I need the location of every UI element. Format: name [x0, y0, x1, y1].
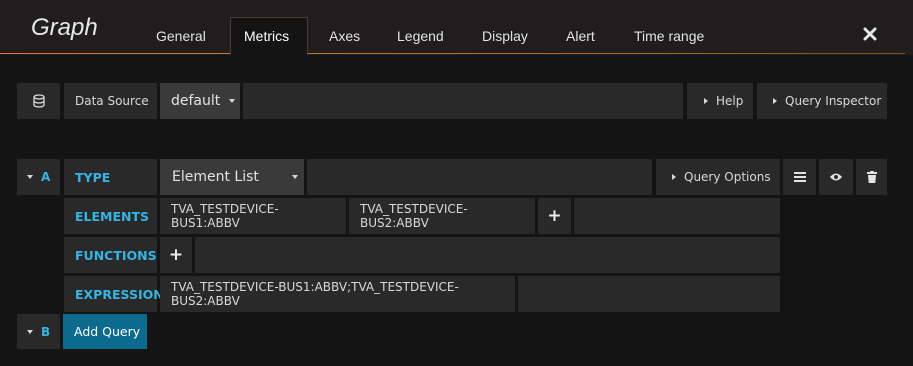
help-button[interactable]: Help: [687, 83, 753, 119]
type-value: Element List: [172, 169, 259, 185]
caret-right-icon: [704, 98, 708, 104]
add-element-button[interactable]: +: [538, 198, 571, 234]
query-a-toggle[interactable]: A: [17, 159, 60, 195]
tab-metrics[interactable]: Metrics: [244, 28, 289, 44]
expression-filler: [518, 276, 780, 312]
chevron-down-icon: [27, 175, 33, 179]
tab-legend[interactable]: Legend: [397, 28, 444, 44]
type-label: TYPE: [64, 159, 157, 195]
database-icon: [17, 83, 60, 119]
expression-field[interactable]: TVA_TESTDEVICE-BUS1:ABBV;TVA_TESTDEVICE-…: [160, 276, 515, 312]
element-chip-2[interactable]: TVA_TESTDEVICE-BUS2:ABBV: [349, 198, 535, 234]
tab-display[interactable]: Display: [482, 28, 528, 44]
trash-icon[interactable]: [856, 159, 887, 195]
elements-filler: [574, 198, 780, 234]
panel-header: [0, 0, 913, 55]
header-underline: [0, 53, 905, 54]
functions-filler: [195, 237, 780, 273]
expression-label: EXPRESSION: [64, 276, 164, 312]
add-function-button[interactable]: +: [160, 237, 192, 273]
chevron-down-icon: [229, 99, 236, 103]
menu-icon[interactable]: [783, 159, 816, 195]
plus-icon: +: [168, 245, 184, 265]
datasource-filler: [243, 83, 683, 119]
tab-general[interactable]: General: [156, 28, 206, 44]
datasource-value: default: [171, 93, 221, 109]
query-inspector-button[interactable]: Query Inspector: [757, 83, 887, 119]
element-chip-1[interactable]: TVA_TESTDEVICE-BUS1:ABBV: [160, 198, 346, 234]
tab-axes[interactable]: Axes: [329, 28, 360, 44]
plus-icon: +: [547, 206, 562, 226]
query-b-ref: B: [41, 324, 51, 339]
caret-right-icon: [672, 174, 676, 180]
query-a-ref: A: [41, 170, 51, 184]
eye-icon[interactable]: [819, 159, 853, 195]
query-options-button[interactable]: Query Options: [656, 159, 780, 195]
caret-right-icon: [773, 98, 777, 104]
tab-time-range[interactable]: Time range: [634, 28, 704, 44]
chevron-down-icon: [292, 175, 298, 179]
tab-alert[interactable]: Alert: [566, 28, 595, 44]
panel-title: Graph: [31, 14, 98, 41]
functions-label: FUNCTIONS: [64, 237, 157, 273]
datasource-select[interactable]: default: [160, 83, 240, 119]
type-select[interactable]: Element List: [160, 159, 304, 195]
close-icon[interactable]: [862, 26, 878, 42]
add-query-button[interactable]: Add Query: [63, 314, 147, 349]
elements-label: ELEMENTS: [64, 198, 157, 234]
query-b-toggle[interactable]: B: [17, 314, 60, 349]
datasource-label: Data Source: [64, 83, 157, 119]
chevron-down-icon: [27, 329, 33, 334]
type-filler: [307, 159, 652, 195]
